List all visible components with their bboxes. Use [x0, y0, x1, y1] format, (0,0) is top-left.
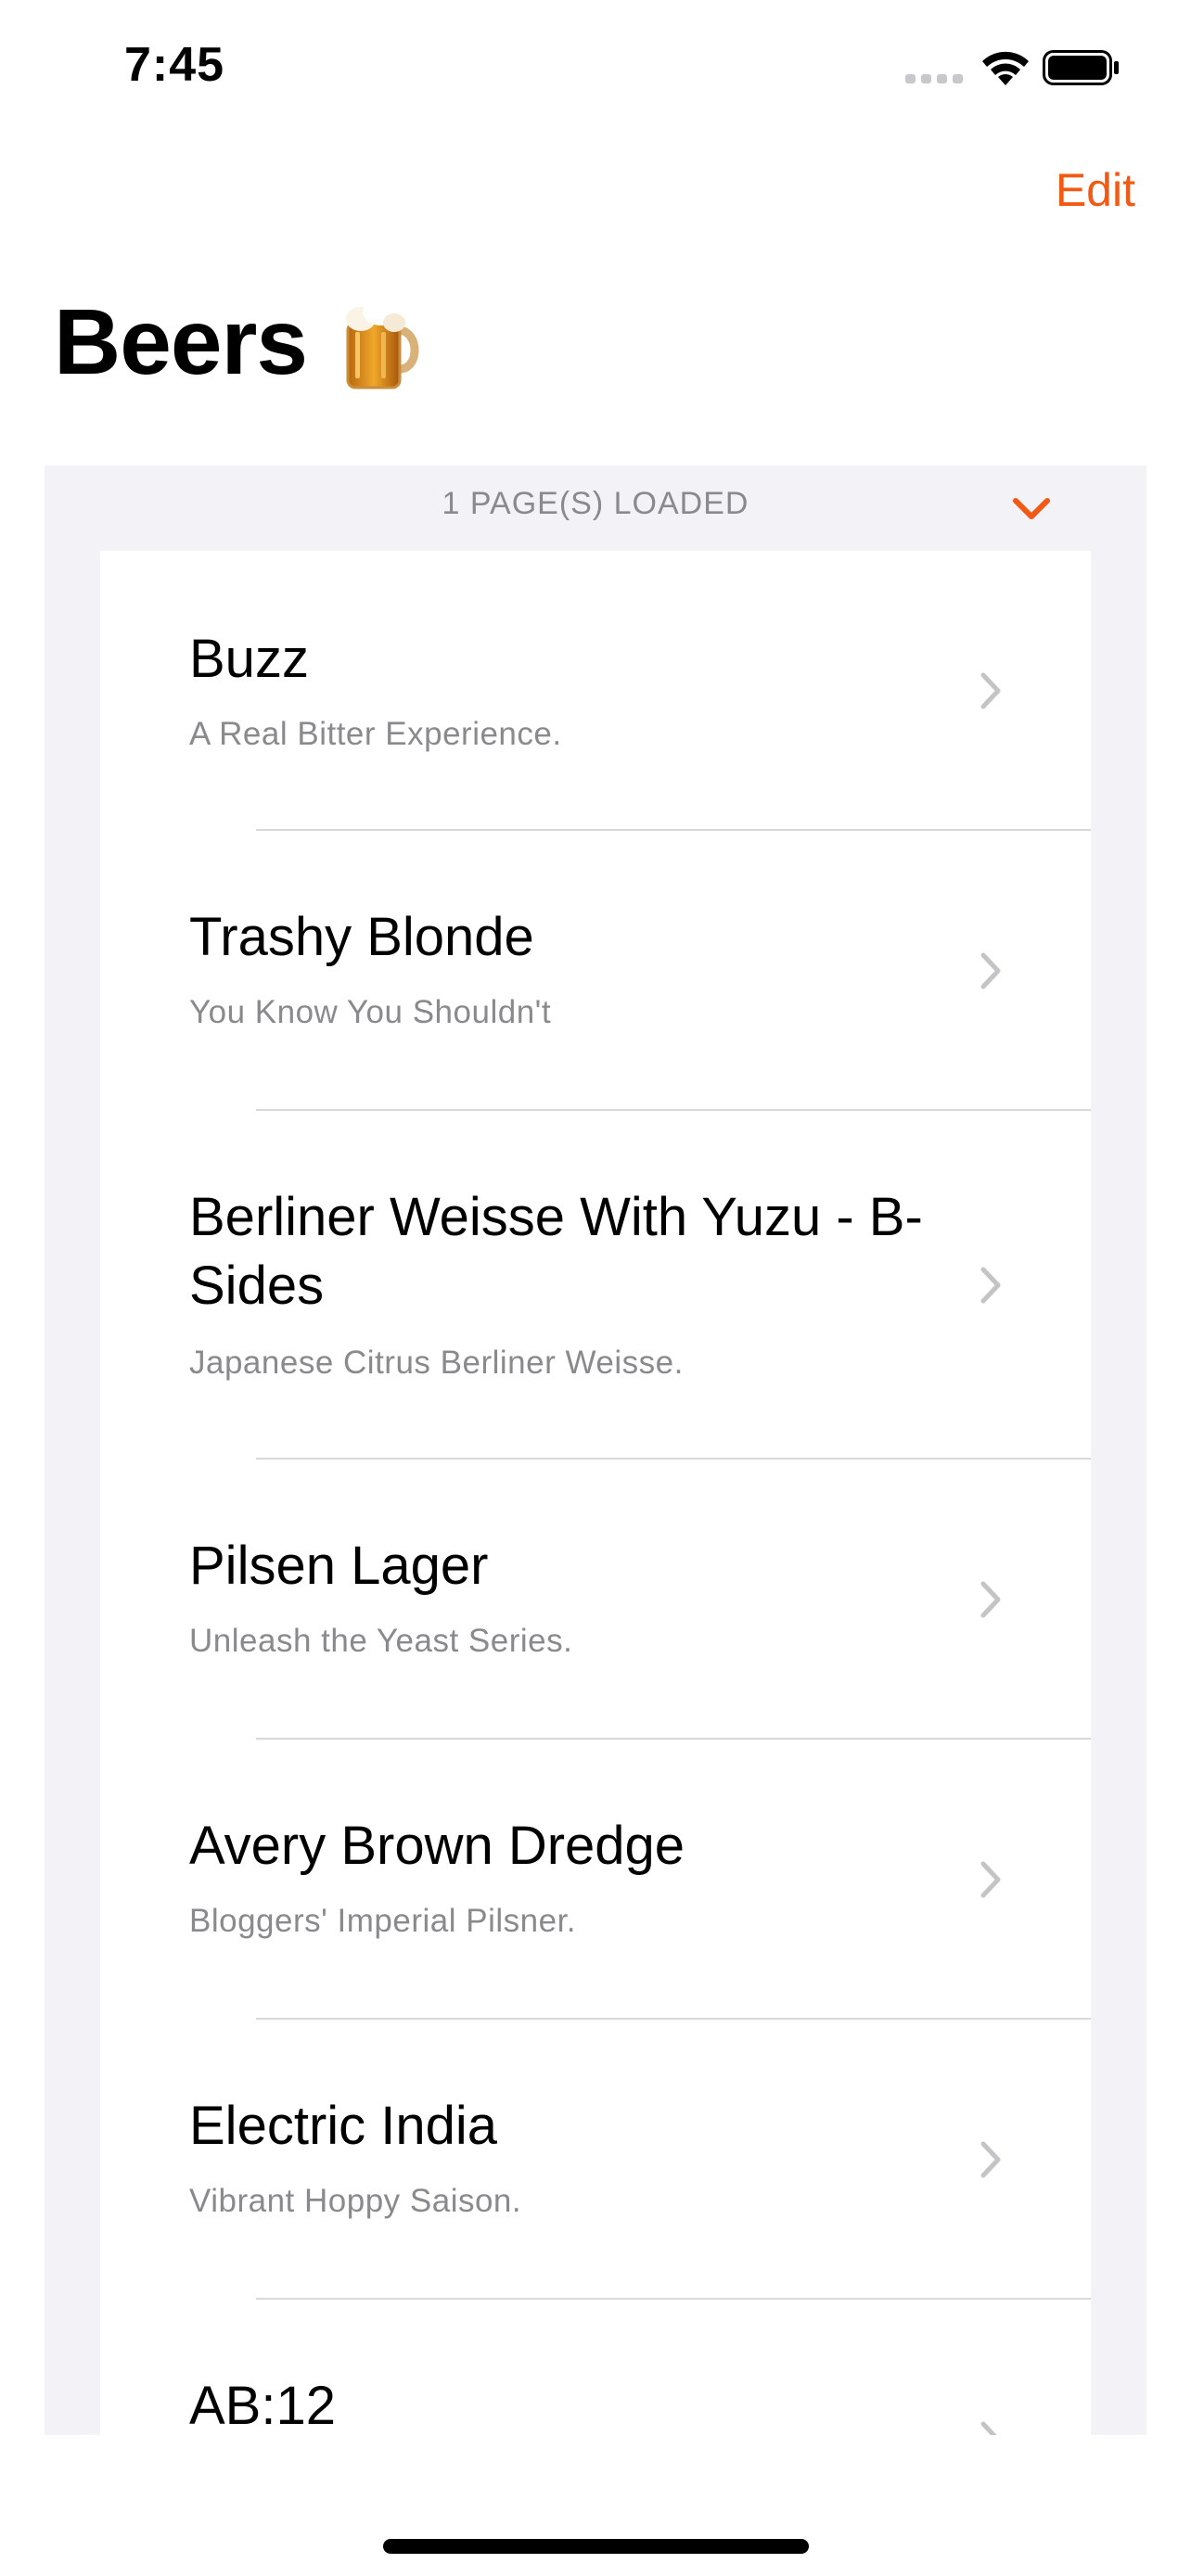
chevron-right-icon [980, 672, 1001, 709]
beer-tagline: A Real Bitter Experience. [189, 716, 562, 752]
chevron-right-icon [980, 2141, 1001, 2178]
edit-button[interactable]: Edit [1056, 163, 1135, 217]
list-item[interactable]: Avery Brown Dredge Bloggers' Imperial Pi… [100, 1740, 1091, 2020]
status-time: 7:45 [124, 38, 225, 92]
beer-list: Buzz A Real Bitter Experience. Trashy Bl… [100, 551, 1091, 2435]
section-header-title: 1 PAGE(S) LOADED [442, 486, 749, 521]
status-bar: 7:45 [0, 0, 1191, 139]
beer-tagline: Bloggers' Imperial Pilsner. [189, 1903, 577, 1939]
chevron-right-icon [980, 1267, 1001, 1304]
beer-tagline: Unleash the Yeast Series. [189, 1623, 573, 1659]
beer-name: AB:12 [189, 2376, 336, 2435]
page-title: Beers [54, 289, 424, 396]
beer-tagline: Japanese Citrus Berliner Weisse. [189, 1345, 684, 1381]
beer-tagline: Vibrant Hoppy Saison. [189, 2183, 522, 2219]
home-indicator[interactable] [383, 2539, 809, 2554]
beer-name: Berliner Weisse With Yuzu - B-Sides [189, 1187, 923, 1316]
battery-icon [1043, 50, 1119, 85]
chevron-right-icon [980, 1861, 1001, 1898]
chevron-right-icon [980, 952, 1001, 989]
list-item[interactable]: Trashy Blonde You Know You Shouldn't [100, 831, 1091, 1111]
chevron-right-icon [980, 2421, 997, 2435]
cellular-signal-icon [905, 74, 963, 83]
beer-name: Avery Brown Dredge [189, 1816, 685, 1876]
list-item[interactable]: Electric India Vibrant Hoppy Saison. [100, 2020, 1091, 2300]
beer-name: Buzz [189, 629, 309, 689]
list-item[interactable]: AB:12 [100, 2300, 1091, 2435]
page-title-text: Beers [54, 290, 308, 394]
chevron-down-icon[interactable] [1011, 495, 1052, 523]
list-item[interactable]: Berliner Weisse With Yuzu - B-Sides Japa… [100, 1111, 1091, 1460]
beer-mug-icon [345, 297, 419, 389]
beer-tagline: You Know You Shouldn't [189, 994, 552, 1030]
section-header: 1 PAGE(S) LOADED [45, 465, 1146, 549]
beer-name: Electric India [189, 2096, 498, 2156]
beer-name: Trashy Blonde [189, 907, 534, 967]
chevron-right-icon [980, 1581, 1001, 1618]
beer-name: Pilsen Lager [189, 1536, 489, 1596]
list-item[interactable]: Pilsen Lager Unleash the Yeast Series. [100, 1460, 1091, 1740]
wifi-icon [982, 51, 1029, 85]
list-item[interactable]: Buzz A Real Bitter Experience. [100, 551, 1091, 831]
